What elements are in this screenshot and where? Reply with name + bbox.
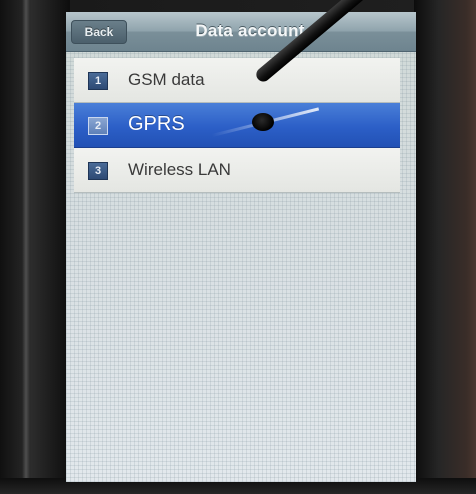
navigation-bar: Back Data account (66, 12, 416, 52)
phone-bezel-right (414, 0, 476, 494)
list-item-wireless-lan[interactable]: 3 Wireless LAN (74, 148, 400, 193)
photo-background: Back Data account 1 GSM data 2 GPRS 3 Wi… (0, 0, 476, 494)
bezel-glare (22, 0, 30, 494)
list-item-gsm-data[interactable]: 1 GSM data (74, 58, 400, 103)
list-item-label: Wireless LAN (128, 160, 231, 179)
number-badge: 3 (88, 162, 108, 180)
list-item-gprs[interactable]: 2 GPRS (74, 103, 400, 148)
data-account-list: 1 GSM data 2 GPRS 3 Wireless LAN (74, 58, 400, 193)
list-item-label: GSM data (128, 70, 205, 89)
number-badge: 1 (88, 72, 108, 90)
phone-bezel-left (0, 0, 70, 494)
back-button[interactable]: Back (71, 20, 127, 44)
phone-screen: Back Data account 1 GSM data 2 GPRS 3 Wi… (66, 12, 416, 482)
number-badge: 2 (88, 117, 108, 135)
list-item-label: GPRS (128, 113, 185, 135)
stylus-tip (252, 113, 274, 131)
